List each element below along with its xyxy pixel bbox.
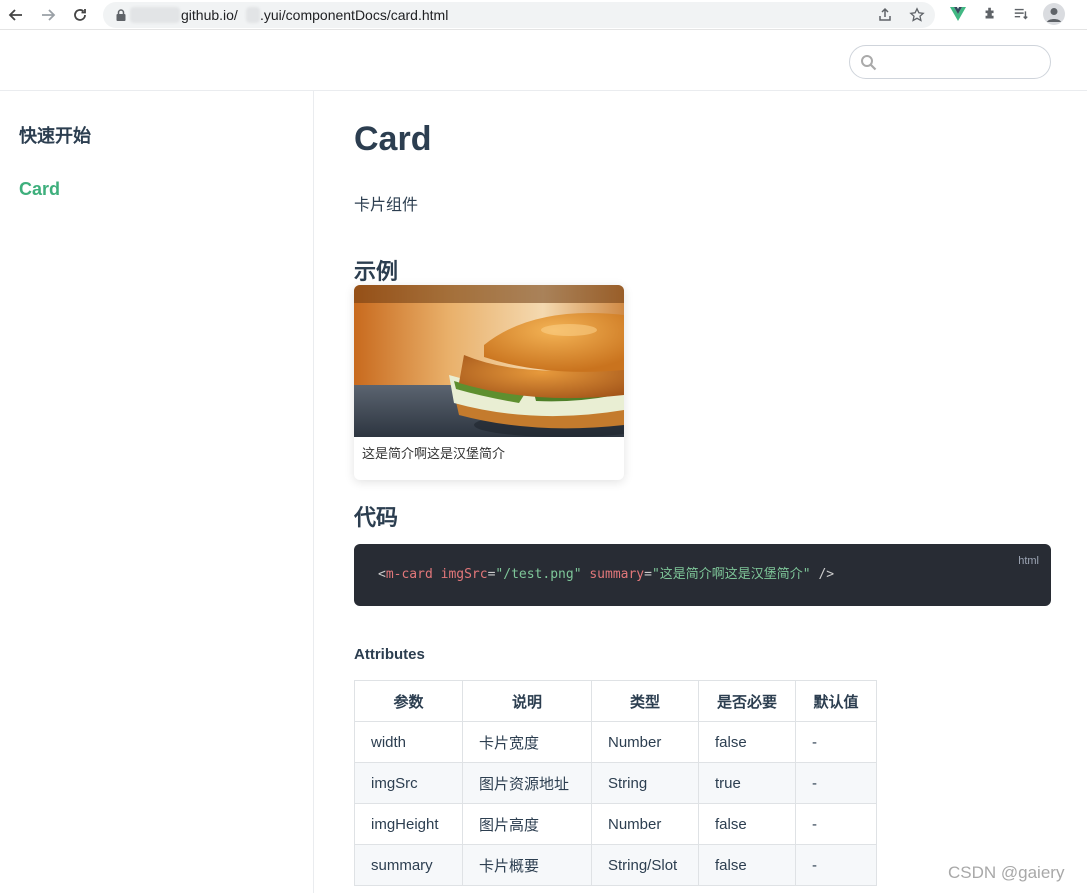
reading-list-icon	[1014, 8, 1028, 20]
column-header: 类型	[591, 680, 699, 722]
table-row: summary 卡片概要 String/Slot false -	[354, 844, 877, 886]
code-heading: 代码	[354, 505, 399, 530]
example-card: 这是简介啊这是汉堡简介	[354, 285, 624, 480]
arrow-left-icon	[8, 9, 22, 21]
attributes-table: 参数 说明 类型 是否必要 默认值 width 卡片宽度 Number fals…	[354, 680, 877, 886]
table-cell: 图片高度	[462, 803, 592, 845]
browser-toolbar: github.io/ .yui/componentDocs/card.html	[0, 0, 1087, 30]
star-icon[interactable]	[909, 7, 925, 23]
user-icon	[1047, 8, 1061, 22]
site-header	[0, 31, 1087, 91]
code-token-open: <	[378, 567, 386, 582]
code-line: <m-card imgSrc="/test.png" summary="这是简介…	[378, 566, 834, 584]
example-heading: 示例	[354, 259, 399, 284]
table-cell: false	[698, 844, 796, 886]
code-token-value: "/test.png"	[495, 567, 582, 582]
reload-button[interactable]	[70, 5, 90, 25]
search-box[interactable]	[849, 45, 1051, 79]
table-row: imgSrc 图片资源地址 String true -	[354, 762, 877, 804]
watermark: CSDN @gaiery	[948, 863, 1065, 882]
reading-list-button[interactable]	[1012, 5, 1030, 23]
table-cell: true	[698, 762, 796, 804]
lock-icon	[116, 9, 126, 21]
column-header: 是否必要	[698, 680, 796, 722]
table-cell: 图片资源地址	[462, 762, 592, 804]
table-cell: 卡片宽度	[462, 721, 592, 763]
code-block: html <m-card imgSrc="/test.png" summary=…	[354, 544, 1051, 606]
sidebar-item-card[interactable]: Card	[19, 178, 60, 200]
table-cell: -	[795, 803, 877, 845]
column-header: 默认值	[795, 680, 877, 722]
code-token-attr: imgSrc	[440, 567, 488, 582]
column-header: 参数	[354, 680, 463, 722]
page-description: 卡片组件	[354, 197, 419, 214]
code-token-attr: summary	[589, 567, 645, 582]
table-cell: String	[591, 762, 699, 804]
address-bar[interactable]: github.io/ .yui/componentDocs/card.html	[103, 2, 935, 28]
table-cell: String/Slot	[591, 844, 699, 886]
table-cell: Number	[591, 803, 699, 845]
url-redaction	[130, 7, 180, 23]
sidebar: 快速开始 Card	[0, 91, 314, 893]
vue-devtools-extension[interactable]	[949, 5, 967, 23]
profile-avatar[interactable]	[1043, 3, 1065, 25]
url-host: github.io/	[181, 7, 238, 23]
code-language-label: html	[1018, 555, 1039, 567]
table-cell: false	[698, 803, 796, 845]
reload-icon	[74, 9, 86, 21]
table-cell: -	[795, 762, 877, 804]
table-cell: Number	[591, 721, 699, 763]
main-content: Card 卡片组件 示例 这是简介啊这是汉堡简介 代码 html <m-card…	[354, 91, 1051, 893]
table-cell: -	[795, 844, 877, 886]
table-cell: width	[354, 721, 463, 763]
table-cell: imgHeight	[354, 803, 463, 845]
table-cell: -	[795, 721, 877, 763]
code-token-tag: m-card	[385, 567, 433, 582]
arrow-right-icon	[42, 9, 56, 21]
table-cell: imgSrc	[354, 762, 463, 804]
table-row: width 卡片宽度 Number false -	[354, 721, 877, 763]
table-header-row: 参数 说明 类型 是否必要 默认值	[354, 680, 877, 722]
card-summary: 这是简介啊这是汉堡简介	[362, 446, 506, 461]
table-cell: 卡片概要	[462, 844, 592, 886]
back-button[interactable]	[6, 5, 26, 25]
vue-icon	[950, 7, 966, 21]
burger-image	[354, 285, 624, 437]
attributes-heading: Attributes	[354, 646, 425, 663]
extensions-button[interactable]	[981, 5, 999, 23]
puzzle-icon	[985, 7, 994, 19]
search-input[interactable]	[882, 52, 1042, 72]
code-token-eq: =	[644, 567, 652, 582]
share-icon[interactable]	[877, 7, 893, 23]
column-header: 说明	[462, 680, 592, 722]
forward-button[interactable]	[38, 5, 58, 25]
code-token-value: "这是简介啊这是汉堡简介"	[651, 567, 811, 582]
table-cell: false	[698, 721, 796, 763]
sidebar-item-quick-start[interactable]: 快速开始	[19, 125, 91, 147]
table-cell: summary	[354, 844, 463, 886]
search-icon	[861, 55, 877, 71]
url-redaction	[246, 7, 260, 23]
url-path: .yui/componentDocs/card.html	[260, 7, 449, 23]
page-title: Card	[354, 120, 432, 158]
table-row: imgHeight 图片高度 Number false -	[354, 803, 877, 845]
code-token-close: />	[810, 567, 835, 582]
